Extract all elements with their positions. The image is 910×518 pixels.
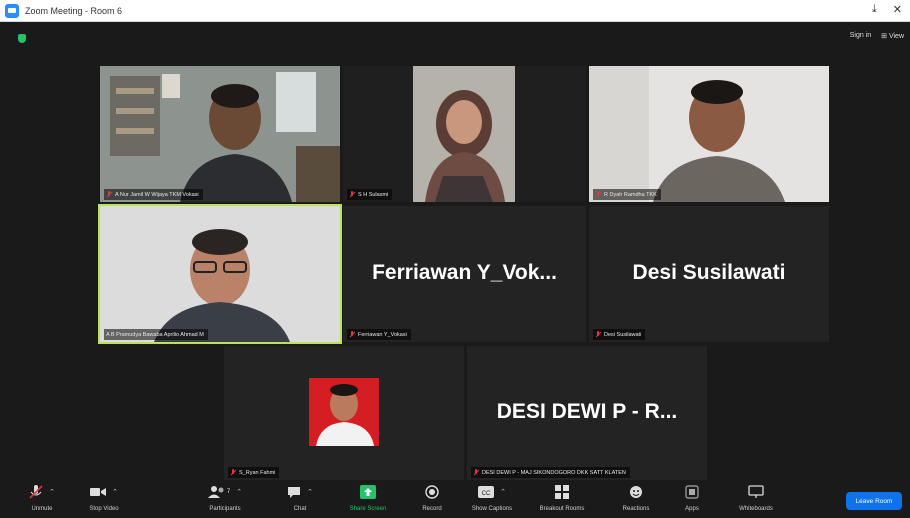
share-screen-label: Share Screen [349, 506, 387, 512]
participants-button[interactable]: 7 ⌃ Participants [195, 484, 255, 512]
whiteboards-label: Whiteboards [739, 506, 773, 512]
mic-muted-icon [349, 191, 355, 198]
window-titlebar: Zoom Meeting - Room 6 ⤓ ✕ [0, 0, 910, 22]
participant-name-label: A B Pramudya Bawaba Aprilio Ahmad M [104, 329, 208, 340]
video-tile[interactable]: Ferriawan Y_Vok... Ferriawan Y_Vokasi [343, 206, 586, 342]
show-captions-label: Show Captions [471, 506, 513, 512]
leave-room-button[interactable]: Leave Room [846, 492, 902, 510]
reactions-label: Reactions [622, 506, 650, 512]
chat-icon [288, 486, 301, 498]
video-tile-active-speaker[interactable]: A B Pramudya Bawaba Aprilio Ahmad M [98, 204, 342, 344]
participant-name-label: A Nur Jamil W Wijaya TKM Vokasi [104, 189, 203, 200]
participant-display-name: DESI DEWI P - R... [496, 399, 678, 423]
participant-name: Ferriawan Y_Vokasi [358, 331, 407, 338]
whiteboard-icon [748, 485, 764, 498]
participant-name-label: S_Ryan Fahmi [228, 467, 280, 478]
chevron-up-icon[interactable]: ⌃ [236, 488, 242, 496]
participant-name-label: DESI DEWI P - MAJ SIKONDOGORO DKK SATT K… [471, 467, 630, 478]
participant-name: S H Sulasmi [358, 191, 389, 198]
participant-video [100, 66, 340, 202]
window-title: Zoom Meeting - Room 6 [25, 5, 123, 16]
participants-icon [207, 486, 224, 498]
participant-name: R Dyah Ramdha TKK [604, 191, 657, 198]
record-icon [425, 485, 439, 499]
participant-name-label: R Dyah Ramdha TKK [593, 189, 661, 200]
chevron-up-icon[interactable]: ⌃ [307, 488, 313, 496]
meeting-toolbar: ⌃ Unmute ⌃ Stop Video 7 ⌃ Participants ⌃… [0, 480, 910, 518]
video-tile[interactable]: Desi Susilawati Desi Susilawati [589, 206, 829, 342]
close-button[interactable]: ✕ [893, 3, 902, 16]
share-screen-button[interactable]: Share Screen [338, 484, 398, 512]
chevron-up-icon[interactable]: ⌃ [49, 488, 55, 496]
breakout-rooms-icon [555, 485, 569, 499]
unmute-label: Unmute [31, 506, 53, 512]
apps-icon [685, 485, 699, 499]
participant-name: DESI DEWI P - MAJ SIKONDOGORO DKK SATT K… [482, 469, 626, 476]
video-tile[interactable]: S_Ryan Fahmi [224, 346, 464, 480]
zoom-logo-icon [5, 3, 19, 18]
video-tile[interactable]: DESI DEWI P - R... DESI DEWI P - MAJ SIK… [467, 346, 707, 480]
apps-label: Apps [685, 506, 699, 512]
participant-video [100, 206, 340, 342]
captions-icon: CC [478, 486, 495, 498]
video-tile[interactable]: A Nur Jamil W Wijaya TKM Vokasi [100, 66, 340, 202]
chat-label: Chat [293, 506, 307, 512]
participant-display-name: Ferriawan Y_Vok... [372, 260, 557, 284]
participant-display-name: Desi Susilawati [632, 260, 786, 284]
view-button[interactable]: ⊞ View [881, 32, 904, 40]
participant-name: Desi Susilawati [604, 331, 642, 338]
breakout-rooms-button[interactable]: Breakout Rooms [532, 484, 592, 512]
participant-name-label: S H Sulasmi [347, 189, 393, 200]
participant-name: S_Ryan Fahmi [239, 469, 276, 476]
participant-video [589, 66, 829, 202]
mic-muted-icon [595, 331, 601, 338]
video-tile[interactable]: R Dyah Ramdha TKK [589, 66, 829, 202]
reactions-icon [630, 486, 642, 498]
stop-video-label: Stop Video [89, 506, 119, 512]
participant-name-label: Ferriawan Y_Vokasi [347, 329, 411, 340]
record-label: Record [422, 506, 442, 512]
mic-muted-icon [473, 469, 479, 476]
participant-profile-photo [224, 346, 464, 480]
mic-muted-icon [349, 331, 355, 338]
reactions-button[interactable]: Reactions [606, 484, 666, 512]
chat-button[interactable]: ⌃ Chat [270, 484, 330, 512]
video-camera-icon [90, 488, 107, 496]
chevron-up-icon[interactable]: ⌃ [500, 488, 506, 496]
whiteboards-button[interactable]: Whiteboards [726, 484, 786, 512]
show-captions-button[interactable]: CC ⌃ Show Captions [462, 484, 522, 512]
participant-name: A B Pramudya Bawaba Aprilio Ahmad M [106, 331, 204, 338]
participant-video [343, 66, 586, 202]
mic-muted-icon [595, 191, 601, 198]
participants-label: Participants [209, 506, 241, 512]
unmute-button[interactable]: ⌃ Unmute [12, 484, 72, 512]
sign-in-link[interactable]: Sign in [850, 32, 871, 40]
share-screen-icon [360, 485, 376, 499]
svg-text:CC: CC [482, 491, 491, 497]
participant-name: A Nur Jamil W Wijaya TKM Vokasi [115, 191, 199, 198]
apps-button[interactable]: Apps [662, 484, 722, 512]
video-tile[interactable]: S H Sulasmi [343, 66, 586, 202]
mic-muted-icon [230, 469, 236, 476]
mic-muted-icon [29, 485, 43, 499]
meeting-area: Sign in ⊞ View A Nur Jamil W Wijaya TKM … [0, 22, 910, 480]
participant-name-label: Desi Susilawati [593, 329, 646, 340]
breakout-rooms-label: Breakout Rooms [539, 506, 585, 512]
view-label: View [888, 33, 904, 40]
minimize-button[interactable]: ⤓ [872, 3, 877, 16]
stop-video-button[interactable]: ⌃ Stop Video [74, 484, 134, 512]
chevron-up-icon[interactable]: ⌃ [112, 488, 118, 496]
mic-muted-icon [106, 191, 112, 198]
record-button[interactable]: Record [402, 484, 462, 512]
participants-count: 7 [226, 489, 231, 495]
security-shield-icon[interactable] [18, 34, 26, 43]
